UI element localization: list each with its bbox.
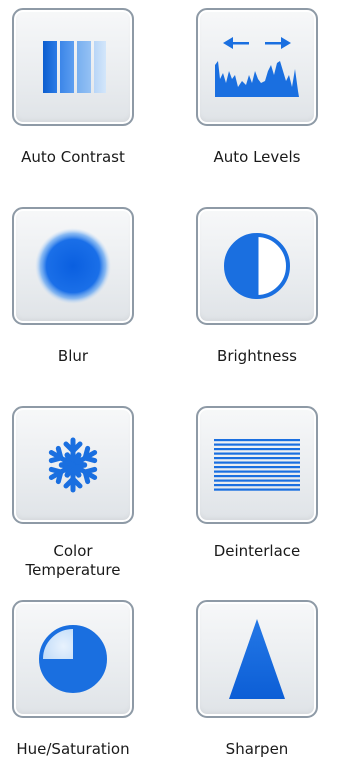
tool-label: Sharpen xyxy=(225,740,289,758)
pie-circle-icon xyxy=(39,625,107,693)
triangle-icon xyxy=(229,619,285,699)
tool-auto-levels: Auto Levels xyxy=(192,8,322,167)
snowflake-icon xyxy=(43,437,103,495)
tool-deinterlace: Deinterlace xyxy=(192,406,322,561)
blur-button[interactable] xyxy=(12,207,134,325)
tool-label: Hue/Saturation xyxy=(16,740,130,758)
tool-label: Color Temperature xyxy=(25,542,121,579)
deinterlace-button[interactable] xyxy=(196,406,318,524)
sharpen-button[interactable] xyxy=(196,600,318,718)
tool-label: Brightness xyxy=(217,347,297,365)
half-circle-icon xyxy=(224,233,290,299)
histogram-levels-icon xyxy=(215,37,299,97)
tool-label: Auto Levels xyxy=(213,148,301,166)
tool-label: Blur xyxy=(57,347,89,365)
tool-blur: Blur xyxy=(8,207,138,366)
tool-auto-contrast: Auto Contrast xyxy=(8,8,138,167)
hue-saturation-button[interactable] xyxy=(12,600,134,718)
blur-circle-icon xyxy=(35,228,111,304)
auto-contrast-button[interactable] xyxy=(12,8,134,126)
tool-hue-saturation: Hue/Saturation xyxy=(8,600,138,759)
tool-label: Deinterlace xyxy=(213,542,301,560)
tool-label: Auto Contrast xyxy=(21,148,125,166)
tool-color-temperature: Color Temperature xyxy=(8,406,138,580)
horizontal-lines-icon xyxy=(214,439,300,491)
contrast-bars-icon xyxy=(43,41,106,93)
brightness-button[interactable] xyxy=(196,207,318,325)
tool-brightness: Brightness xyxy=(192,207,322,366)
tool-sharpen: Sharpen xyxy=(192,600,322,759)
auto-levels-button[interactable] xyxy=(196,8,318,126)
color-temperature-button[interactable] xyxy=(12,406,134,524)
